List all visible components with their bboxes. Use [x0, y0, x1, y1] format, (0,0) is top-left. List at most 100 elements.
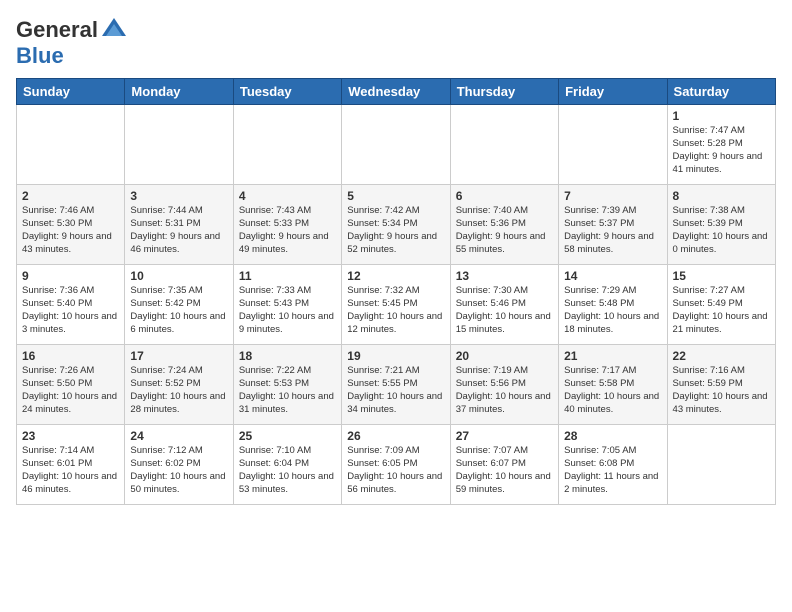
day-info: Sunrise: 7:26 AM Sunset: 5:50 PM Dayligh… [22, 365, 119, 416]
weekday-header-friday: Friday [559, 79, 667, 105]
day-number: 8 [673, 189, 770, 203]
calendar-cell: 22 Sunrise: 7:16 AM Sunset: 5:59 PM Dayli… [667, 345, 775, 425]
day-info: Sunrise: 7:09 AM Sunset: 6:05 PM Dayligh… [347, 445, 444, 496]
day-info: Sunrise: 7:30 AM Sunset: 5:46 PM Dayligh… [456, 285, 553, 336]
calendar-cell: 11 Sunrise: 7:33 AM Sunset: 5:43 PM Dayli… [233, 265, 341, 345]
weekday-header-wednesday: Wednesday [342, 79, 450, 105]
day-info: Sunrise: 7:07 AM Sunset: 6:07 PM Dayligh… [456, 445, 553, 496]
day-info: Sunrise: 7:22 AM Sunset: 5:53 PM Dayligh… [239, 365, 336, 416]
calendar-cell: 6Sunrise: 7:40 AM Sunset: 5:36 PM Daylig… [450, 185, 558, 265]
day-number: 15 [673, 269, 770, 283]
week-row-3: 9 Sunrise: 7:36 AM Sunset: 5:40 PM Daylig… [17, 265, 776, 345]
day-number: 1 [673, 109, 770, 123]
calendar-cell: 26 Sunrise: 7:09 AM Sunset: 6:05 PM Dayli… [342, 425, 450, 505]
day-number: 25 [239, 429, 336, 443]
day-info: Sunrise: 7:46 AM Sunset: 5:30 PM Dayligh… [22, 205, 119, 256]
day-info: Sunrise: 7:32 AM Sunset: 5:45 PM Dayligh… [347, 285, 444, 336]
calendar-cell: 18 Sunrise: 7:22 AM Sunset: 5:53 PM Dayli… [233, 345, 341, 425]
day-info: Sunrise: 7:36 AM Sunset: 5:40 PM Dayligh… [22, 285, 119, 336]
calendar-cell [559, 105, 667, 185]
weekday-header-thursday: Thursday [450, 79, 558, 105]
calendar-cell: 20Sunrise: 7:19 AM Sunset: 5:56 PM Dayli… [450, 345, 558, 425]
day-info: Sunrise: 7:17 AM Sunset: 5:58 PM Dayligh… [564, 365, 661, 416]
calendar-cell: 21 Sunrise: 7:17 AM Sunset: 5:58 PM Dayli… [559, 345, 667, 425]
calendar-cell: 25Sunrise: 7:10 AM Sunset: 6:04 PM Dayli… [233, 425, 341, 505]
calendar-cell: 14Sunrise: 7:29 AM Sunset: 5:48 PM Dayli… [559, 265, 667, 345]
day-info: Sunrise: 7:47 AM Sunset: 5:28 PM Dayligh… [673, 125, 770, 176]
week-row-1: 1 Sunrise: 7:47 AM Sunset: 5:28 PM Daylig… [17, 105, 776, 185]
day-number: 19 [347, 349, 444, 363]
calendar-cell: 28Sunrise: 7:05 AM Sunset: 6:08 PM Dayli… [559, 425, 667, 505]
day-info: Sunrise: 7:33 AM Sunset: 5:43 PM Dayligh… [239, 285, 336, 336]
calendar-cell [667, 425, 775, 505]
calendar-cell: 15 Sunrise: 7:27 AM Sunset: 5:49 PM Dayli… [667, 265, 775, 345]
weekday-header-tuesday: Tuesday [233, 79, 341, 105]
day-number: 17 [130, 349, 227, 363]
calendar-cell [450, 105, 558, 185]
calendar-cell: 3 Sunrise: 7:44 AM Sunset: 5:31 PM Daylig… [125, 185, 233, 265]
day-number: 5 [347, 189, 444, 203]
day-number: 13 [456, 269, 553, 283]
calendar-cell: 7 Sunrise: 7:39 AM Sunset: 5:37 PM Daylig… [559, 185, 667, 265]
day-info: Sunrise: 7:39 AM Sunset: 5:37 PM Dayligh… [564, 205, 661, 256]
day-info: Sunrise: 7:44 AM Sunset: 5:31 PM Dayligh… [130, 205, 227, 256]
day-number: 3 [130, 189, 227, 203]
day-number: 4 [239, 189, 336, 203]
day-number: 11 [239, 269, 336, 283]
calendar-cell: 16 Sunrise: 7:26 AM Sunset: 5:50 PM Dayli… [17, 345, 125, 425]
day-number: 21 [564, 349, 661, 363]
day-number: 12 [347, 269, 444, 283]
calendar-cell: 17 Sunrise: 7:24 AM Sunset: 5:52 PM Dayli… [125, 345, 233, 425]
day-info: Sunrise: 7:16 AM Sunset: 5:59 PM Dayligh… [673, 365, 770, 416]
logo-general: General [16, 18, 98, 42]
day-number: 22 [673, 349, 770, 363]
day-number: 16 [22, 349, 119, 363]
calendar-cell: 9 Sunrise: 7:36 AM Sunset: 5:40 PM Daylig… [17, 265, 125, 345]
day-info: Sunrise: 7:14 AM Sunset: 6:01 PM Dayligh… [22, 445, 119, 496]
weekday-header-row: SundayMondayTuesdayWednesdayThursdayFrid… [17, 79, 776, 105]
day-info: Sunrise: 7:29 AM Sunset: 5:48 PM Dayligh… [564, 285, 661, 336]
day-info: Sunrise: 7:40 AM Sunset: 5:36 PM Dayligh… [456, 205, 553, 256]
header: General Blue [16, 16, 776, 68]
day-info: Sunrise: 7:38 AM Sunset: 5:39 PM Dayligh… [673, 205, 770, 256]
logo-blue: Blue [16, 44, 128, 68]
calendar-cell: 23 Sunrise: 7:14 AM Sunset: 6:01 PM Dayli… [17, 425, 125, 505]
calendar-cell: 13 Sunrise: 7:30 AM Sunset: 5:46 PM Dayli… [450, 265, 558, 345]
day-info: Sunrise: 7:43 AM Sunset: 5:33 PM Dayligh… [239, 205, 336, 256]
day-number: 23 [22, 429, 119, 443]
calendar-cell: 24 Sunrise: 7:12 AM Sunset: 6:02 PM Dayli… [125, 425, 233, 505]
day-info: Sunrise: 7:35 AM Sunset: 5:42 PM Dayligh… [130, 285, 227, 336]
day-number: 28 [564, 429, 661, 443]
day-info: Sunrise: 7:42 AM Sunset: 5:34 PM Dayligh… [347, 205, 444, 256]
calendar-cell [17, 105, 125, 185]
logo-icon [100, 16, 128, 44]
day-number: 27 [456, 429, 553, 443]
day-number: 7 [564, 189, 661, 203]
week-row-2: 2 Sunrise: 7:46 AM Sunset: 5:30 PM Daylig… [17, 185, 776, 265]
day-info: Sunrise: 7:27 AM Sunset: 5:49 PM Dayligh… [673, 285, 770, 336]
day-number: 24 [130, 429, 227, 443]
day-number: 2 [22, 189, 119, 203]
calendar-cell [342, 105, 450, 185]
day-number: 18 [239, 349, 336, 363]
day-number: 26 [347, 429, 444, 443]
page: General Blue SundayMondayTuesdayWednesda… [0, 0, 792, 612]
day-info: Sunrise: 7:24 AM Sunset: 5:52 PM Dayligh… [130, 365, 227, 416]
calendar-cell: 10 Sunrise: 7:35 AM Sunset: 5:42 PM Dayli… [125, 265, 233, 345]
weekday-header-sunday: Sunday [17, 79, 125, 105]
week-row-4: 16 Sunrise: 7:26 AM Sunset: 5:50 PM Dayli… [17, 345, 776, 425]
calendar-cell: 4 Sunrise: 7:43 AM Sunset: 5:33 PM Daylig… [233, 185, 341, 265]
calendar-table: SundayMondayTuesdayWednesdayThursdayFrid… [16, 78, 776, 505]
weekday-header-monday: Monday [125, 79, 233, 105]
calendar-cell: 12 Sunrise: 7:32 AM Sunset: 5:45 PM Dayli… [342, 265, 450, 345]
weekday-header-saturday: Saturday [667, 79, 775, 105]
day-number: 20 [456, 349, 553, 363]
day-number: 9 [22, 269, 119, 283]
calendar-cell: 19Sunrise: 7:21 AM Sunset: 5:55 PM Dayli… [342, 345, 450, 425]
calendar-cell: 5 Sunrise: 7:42 AM Sunset: 5:34 PM Daylig… [342, 185, 450, 265]
day-number: 10 [130, 269, 227, 283]
calendar-cell: 27 Sunrise: 7:07 AM Sunset: 6:07 PM Dayli… [450, 425, 558, 505]
calendar-cell: 8 Sunrise: 7:38 AM Sunset: 5:39 PM Daylig… [667, 185, 775, 265]
calendar-cell [233, 105, 341, 185]
day-info: Sunrise: 7:12 AM Sunset: 6:02 PM Dayligh… [130, 445, 227, 496]
